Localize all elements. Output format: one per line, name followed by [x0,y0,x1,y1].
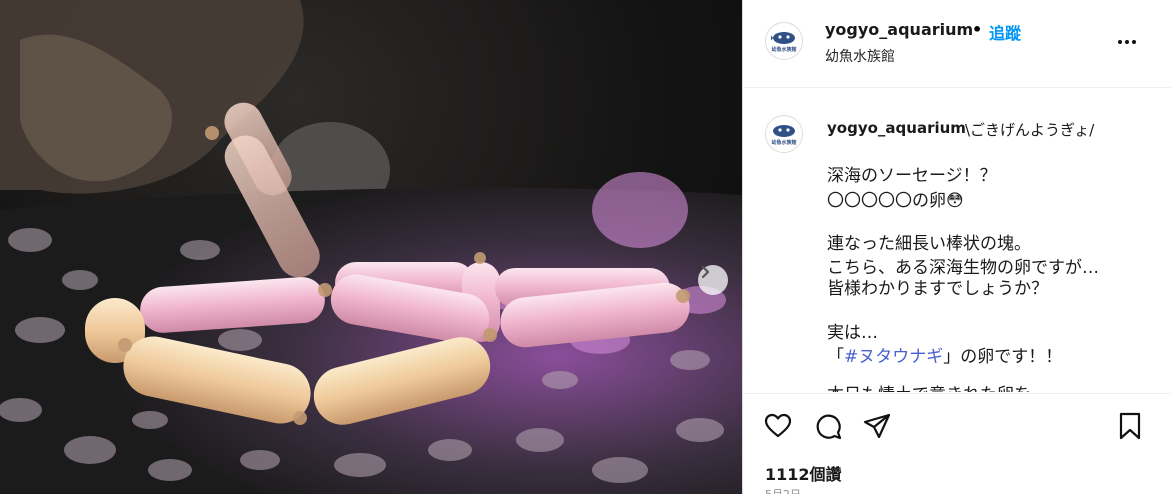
caption-hashtag-line: 「#ヌタウナギ」の卵です！！ [827,342,1062,367]
caption-avatar[interactable]: 幼魚水族館 [765,115,803,153]
caption-username[interactable]: yogyo_aquarium [827,119,966,137]
like-count[interactable]: 1112個讚 [765,461,842,485]
caption-line: 深海のソーセージ！？ [827,166,997,186]
more-options-icon[interactable] [1115,30,1139,54]
post-username[interactable]: yogyo_aquarium [825,20,973,39]
action-bar: 1112個讚 5月2日 [743,393,1171,494]
caption-line: 皆様わかりますでしょうか？ [827,279,1049,299]
fish-logo-icon [773,125,795,137]
heart-icon[interactable] [763,411,793,441]
post-header: 幼魚水族館 yogyo_aquarium • 追蹤 幼魚水族館 [743,0,1171,88]
caption-line: 実は… [827,323,878,343]
chevron-right-icon [701,265,710,279]
caption-area: 幼魚水族館 yogyo_aquarium \ごきげんようぎょ/ 深海のソーセージ… [743,89,1171,392]
fish-logo-icon [771,32,795,44]
caption-line-cut: 本日も情土で意きれた卵を [827,380,1031,392]
caption-line: 連なった細長い棒状の塊。 [827,234,1031,254]
hagfish-egg-photo [0,0,742,494]
follow-button[interactable]: 追蹤 [989,20,1021,44]
hashtag-suffix: 」の卵です！！ [943,347,1063,367]
post-photo[interactable] [0,0,742,494]
post-location[interactable]: 幼魚水族館 [825,46,895,66]
bookmark-icon[interactable] [1115,411,1145,441]
avatar[interactable]: 幼魚水族館 [765,22,803,60]
caption-first-line: \ごきげんようぎょ/ [965,121,1095,139]
hashtag-prefix: 「 [827,347,844,367]
post-date: 5月2日 [765,486,801,494]
avatar-logo-text: 幼魚水族館 [771,47,797,53]
share-icon[interactable] [862,411,892,441]
avatar-logo-text: 幼魚水族館 [771,140,797,146]
separator-dot: • [972,20,983,39]
post-side-panel: 幼魚水族館 yogyo_aquarium • 追蹤 幼魚水族館 幼魚水族館 yo… [742,0,1171,494]
comment-icon[interactable] [813,411,843,441]
hashtag-link[interactable]: #ヌタウナギ [844,347,943,367]
caption-line: 〇〇〇〇〇の卵😳 [827,191,964,211]
next-media-button[interactable] [698,265,728,295]
